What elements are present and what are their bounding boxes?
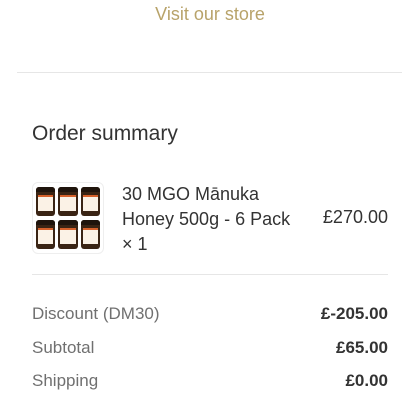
divider [32,274,388,275]
subtotal-line: Subtotal £65.00 [32,338,388,362]
discount-value: £-205.00 [320,304,388,323]
honey-jar-icon [58,220,78,249]
subtotal-value: £65.00 [336,338,388,357]
discount-line: Discount (DM30) £-205.00 [32,304,388,328]
product-price: £270.00 [322,207,388,227]
honey-jar-icon [80,187,101,216]
divider [17,72,402,73]
subtotal-label: Subtotal [32,338,95,357]
shipping-line: Shipping £0.00 [32,371,388,395]
honey-jar-icon [58,187,78,216]
honey-jar-icon [80,220,101,249]
visit-store-link[interactable]: Visit our store [0,4,420,25]
shipping-label: Shipping [32,371,99,390]
honey-jar-icon [36,187,56,216]
order-item: 30 MGO Mānuka Honey 500g - 6 Pack × 1 £2… [32,180,388,260]
discount-label: Discount (DM30) [32,304,160,323]
honey-jar-icon [36,220,56,249]
checkout-page: Visit our store Order summary 30 MGO Mān… [0,0,420,420]
order-summary-title: Order summary [32,122,178,145]
product-name: 30 MGO Mānuka Honey 500g - 6 Pack × 1 [122,184,291,254]
shipping-value: £0.00 [345,371,388,390]
product-thumbnail [32,182,104,254]
